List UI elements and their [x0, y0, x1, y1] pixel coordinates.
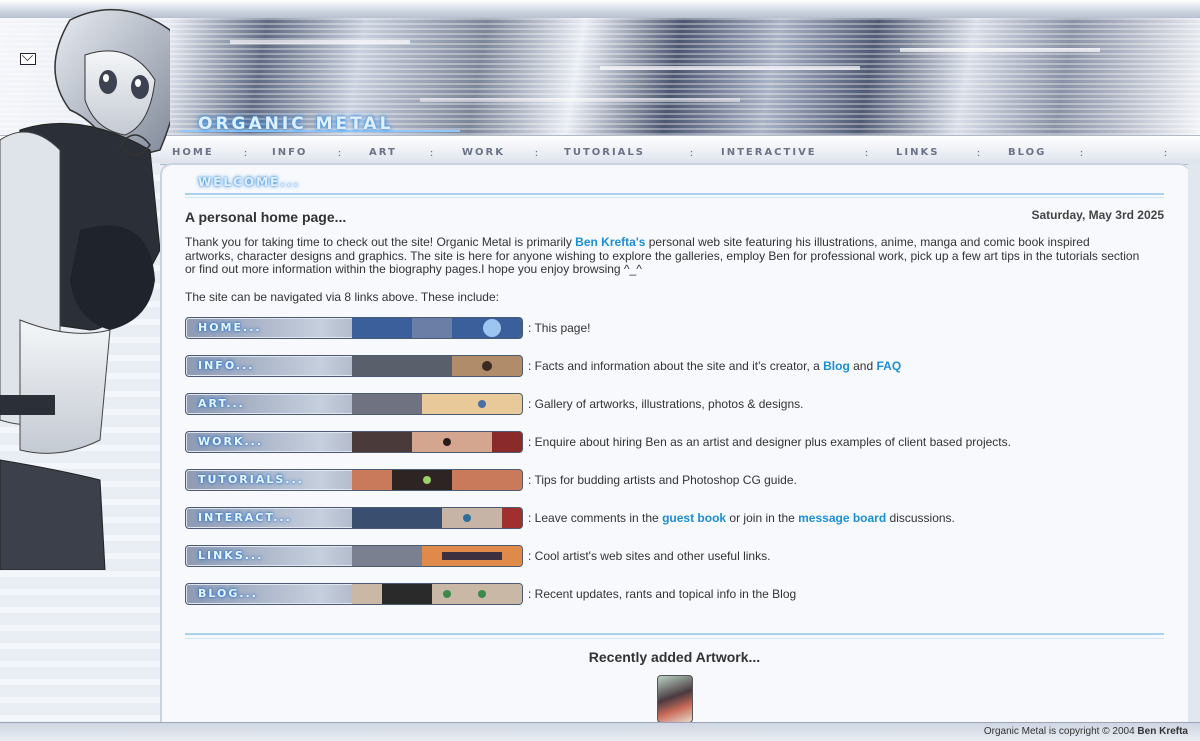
site-title: ORGANIC METAL	[198, 114, 394, 134]
info-button[interactable]: INFO...	[185, 355, 523, 377]
message-board-link[interactable]: message board	[798, 511, 886, 525]
current-date: Saturday, May 3rd 2025	[1031, 208, 1164, 222]
top-bar	[0, 0, 1200, 19]
nav-separator: :	[865, 148, 868, 158]
art-button[interactable]: ART...	[185, 393, 523, 415]
interact-description: : Leave comments in the guest book or jo…	[528, 511, 955, 525]
desc-text: or join in the	[726, 511, 799, 525]
blog-button[interactable]: BLOG...	[185, 583, 523, 605]
character-illustration	[0, 8, 170, 570]
nav-separator: :	[977, 148, 980, 158]
tutorials-description: : Tips for budding artists and Photoshop…	[528, 473, 797, 487]
page-heading: A personal home page...	[185, 209, 347, 225]
footer: Organic Metal is copyright © 2004 Ben Kr…	[0, 722, 1200, 741]
work-button-label: WORK...	[198, 435, 264, 448]
desc-text: : Facts and information about the site a…	[528, 359, 824, 373]
button-artwork	[352, 546, 522, 566]
button-artwork	[352, 508, 522, 528]
nav-separator: :	[1080, 148, 1083, 158]
nav-work[interactable]: WORK	[462, 147, 505, 158]
home-button[interactable]: HOME...	[185, 317, 523, 339]
divider	[185, 193, 1164, 195]
home-button-label: HOME...	[198, 321, 262, 334]
links-button-label: LINKS...	[198, 549, 264, 562]
nav-home[interactable]: HOME	[172, 147, 214, 158]
art-button-label: ART...	[198, 397, 245, 410]
nav-separator: :	[690, 148, 693, 158]
tutorials-button[interactable]: TUTORIALS...	[185, 469, 523, 491]
nav-intro-text: The site can be navigated via 8 links ab…	[185, 290, 499, 304]
welcome-header: WELCOME...	[198, 175, 300, 189]
divider	[185, 633, 1164, 635]
nav-blog[interactable]: BLOG	[1008, 147, 1046, 158]
nav-interactive[interactable]: INTERACTIVE	[721, 147, 817, 158]
interact-button-label: INTERACT...	[198, 511, 292, 524]
right-strip	[1188, 163, 1200, 723]
header-banner: ORGANIC METAL	[0, 18, 1200, 135]
nav-links[interactable]: LINKS	[896, 147, 939, 158]
blog-link[interactable]: Blog	[823, 359, 850, 373]
info-button-label: INFO...	[198, 359, 255, 372]
nav-bar: HOME : INFO : ART : WORK : TUTORIALS : I…	[0, 135, 1200, 165]
button-artwork	[352, 432, 522, 452]
copyright-author: Ben Krefta	[1137, 726, 1188, 737]
copyright-text: Organic Metal is copyright © 2004	[983, 726, 1135, 737]
desc-text: and	[849, 359, 877, 373]
intro-text: Thank you for taking time to check out t…	[185, 235, 576, 249]
links-button[interactable]: LINKS...	[185, 545, 523, 567]
work-description: : Enquire about hiring Ben as an artist …	[528, 435, 1011, 449]
button-artwork	[352, 318, 522, 338]
button-artwork	[352, 394, 522, 414]
nav-tutorials[interactable]: TUTORIALS	[564, 147, 645, 158]
banner-streak	[900, 48, 1100, 52]
nav-separator: :	[430, 148, 433, 158]
recent-artwork-heading: Recently added Artwork...	[588, 649, 761, 665]
nav-separator: :	[338, 148, 341, 158]
divider	[185, 638, 1164, 639]
nav-art[interactable]: ART	[369, 147, 397, 158]
intro-paragraph: Thank you for taking time to check out t…	[185, 235, 1140, 277]
desc-text: : Leave comments in the	[528, 511, 663, 525]
faq-link[interactable]: FAQ	[877, 359, 902, 373]
nav-separator: :	[244, 148, 247, 158]
nav-info[interactable]: INFO	[272, 147, 307, 158]
guest-book-link[interactable]: guest book	[662, 511, 726, 525]
nav-separator: :	[1164, 148, 1167, 158]
desc-text: discussions.	[886, 511, 955, 525]
button-artwork	[352, 470, 522, 490]
interact-button[interactable]: INTERACT...	[185, 507, 523, 529]
banner-streak	[230, 40, 410, 44]
author-link[interactable]: Ben Krefta's	[575, 235, 645, 249]
nav-separator: :	[535, 148, 538, 158]
blog-button-label: BLOG...	[198, 587, 258, 600]
button-artwork	[352, 356, 522, 376]
tutorials-button-label: TUTORIALS...	[198, 473, 304, 486]
blog-description: : Recent updates, rants and topical info…	[528, 587, 797, 601]
banner-streak	[420, 98, 740, 102]
links-description: : Cool artist's web sites and other usef…	[528, 549, 771, 563]
home-description: : This page!	[528, 321, 591, 335]
info-description: : Facts and information about the site a…	[528, 359, 901, 373]
banner-streak	[600, 66, 860, 70]
art-description: : Gallery of artworks, illustrations, ph…	[528, 397, 804, 411]
button-artwork	[352, 584, 522, 604]
work-button[interactable]: WORK...	[185, 431, 523, 453]
copyright: Organic Metal is copyright © 2004 Ben Kr…	[984, 726, 1188, 737]
divider	[185, 197, 1164, 198]
recent-artwork-thumbnail[interactable]	[657, 675, 693, 723]
